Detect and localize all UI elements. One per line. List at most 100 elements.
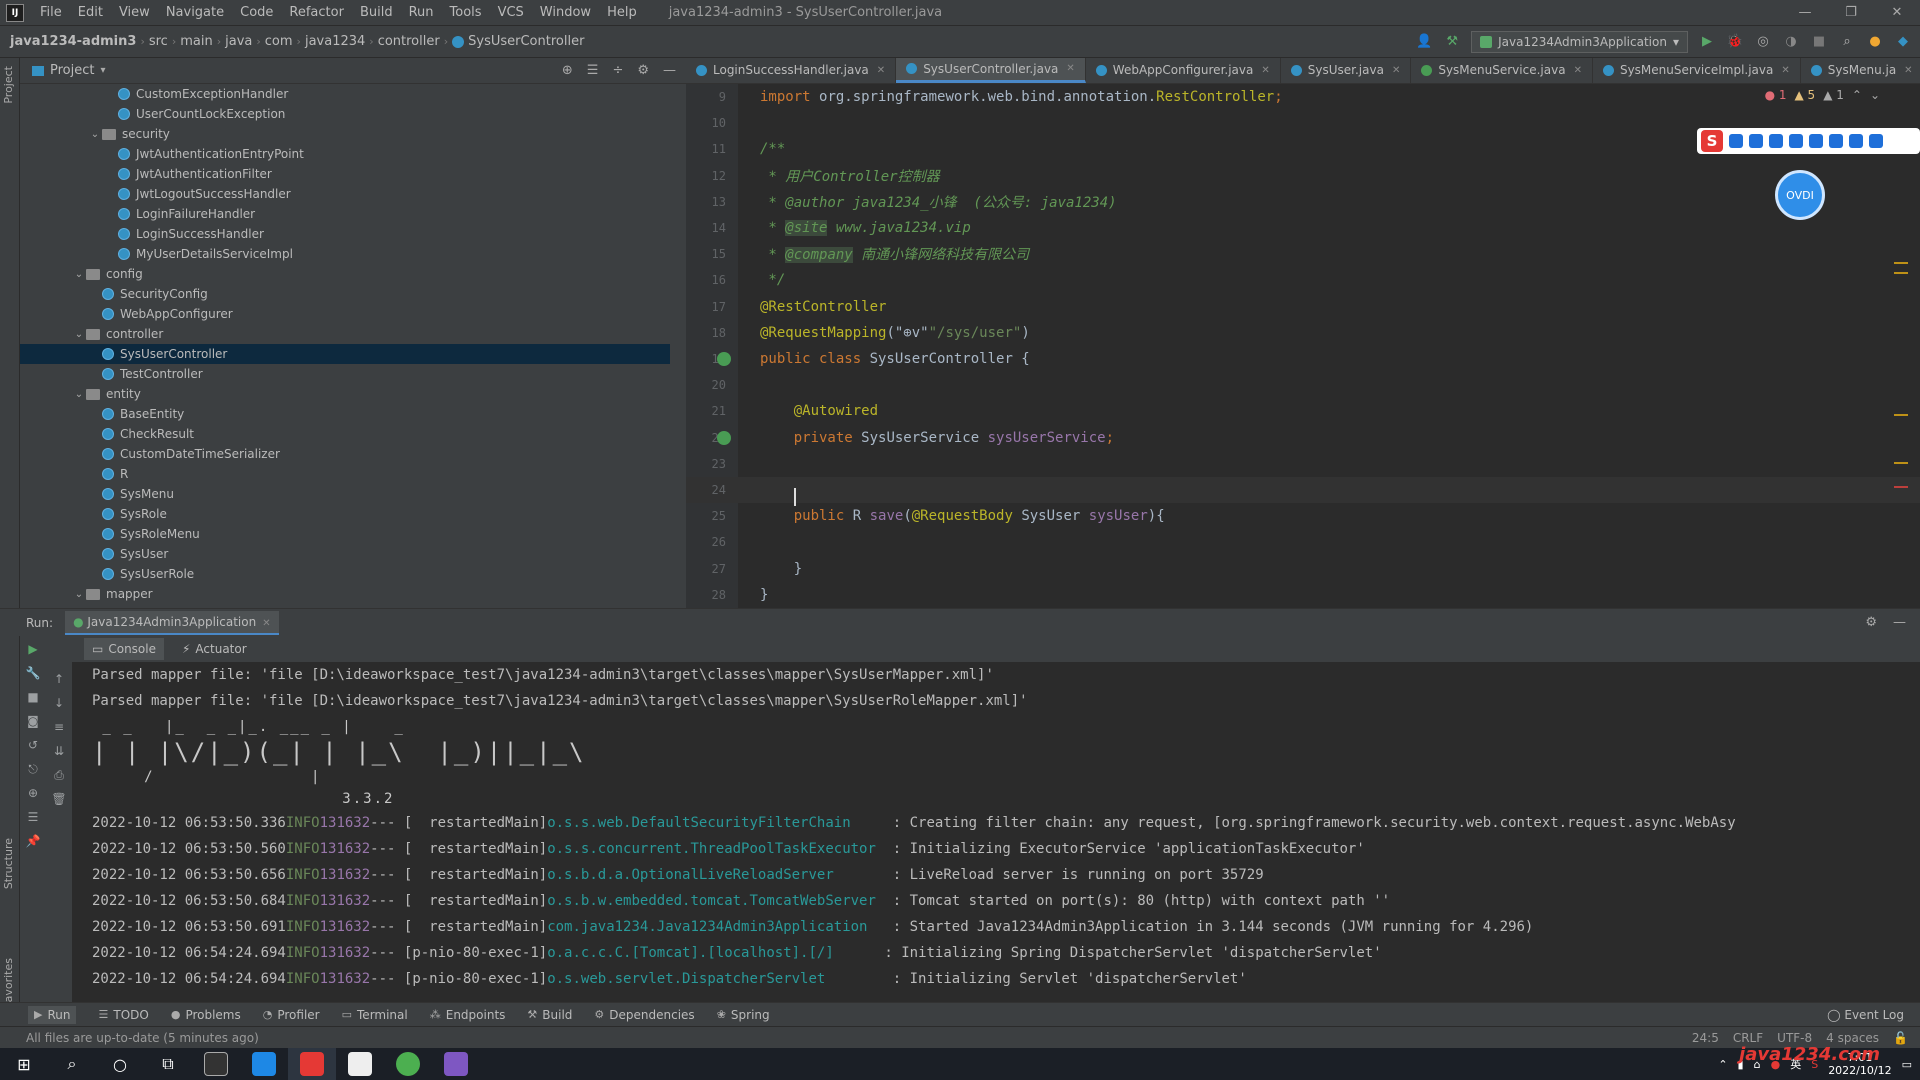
tool-window-profiler[interactable]: ◔ Profiler bbox=[263, 1006, 320, 1024]
warning-marker[interactable] bbox=[1894, 262, 1908, 264]
tree-class-item[interactable]: JwtAuthenticationFilter bbox=[20, 164, 670, 184]
locate-icon[interactable]: ⊕ bbox=[562, 63, 573, 78]
menu-vcs[interactable]: VCS bbox=[490, 5, 532, 20]
breadcrumb-item[interactable]: SysUserController bbox=[448, 34, 588, 49]
print-icon[interactable]: ⎙ bbox=[52, 768, 66, 782]
menu-window[interactable]: Window bbox=[532, 5, 599, 20]
console-output[interactable]: Parsed mapper file: 'file [D:\ideaworksp… bbox=[72, 662, 1920, 1002]
close-icon[interactable]: ✕ bbox=[877, 65, 885, 76]
wrench-icon[interactable]: 🔧 bbox=[26, 666, 41, 680]
breadcrumb-item[interactable]: java bbox=[221, 34, 256, 49]
console-tab[interactable]: ▭ Console bbox=[84, 638, 164, 660]
tree-folder[interactable]: ⌄ mapper bbox=[20, 584, 670, 604]
settings-icon[interactable]: ⚙ bbox=[1865, 615, 1877, 630]
chevron-down-icon[interactable]: ⌄ bbox=[72, 389, 86, 400]
editor-tab[interactable]: SysMenu.ja ✕ bbox=[1801, 58, 1920, 83]
taskbar-intellij[interactable] bbox=[288, 1048, 336, 1080]
profile-icon[interactable]: ◑ bbox=[1782, 33, 1800, 51]
tree-class-item[interactable]: CustomDateTimeSerializer bbox=[20, 444, 670, 464]
stop-icon[interactable]: ■ bbox=[26, 690, 40, 704]
plugin-icon[interactable]: ◆ bbox=[1894, 33, 1912, 51]
menu-run[interactable]: Run bbox=[401, 5, 442, 20]
task-view-icon[interactable]: ⧉ bbox=[144, 1048, 192, 1080]
close-icon[interactable]: ✕ bbox=[262, 618, 270, 629]
run-icon[interactable]: ▶ bbox=[1698, 33, 1716, 51]
hide-icon[interactable]: — bbox=[663, 63, 676, 78]
breadcrumb-item[interactable]: main bbox=[176, 34, 216, 49]
tree-class-item[interactable]: SysRoleMenu bbox=[20, 524, 670, 544]
coverage-icon[interactable]: ◎ bbox=[1754, 33, 1772, 51]
editor-tab[interactable]: SysUserController.java ✕ bbox=[896, 58, 1086, 83]
menu-code[interactable]: Code bbox=[232, 5, 281, 20]
tree-class-item[interactable]: SysRole bbox=[20, 504, 670, 524]
tree-class-item[interactable]: CheckResult bbox=[20, 424, 670, 444]
tool-window-endpoints[interactable]: ⁂ Endpoints bbox=[430, 1006, 506, 1024]
tool-window-problems[interactable]: ● Problems bbox=[171, 1006, 241, 1024]
chevron-down-icon[interactable]: ⌄ bbox=[72, 269, 86, 280]
editor-tab[interactable]: LoginSuccessHandler.java ✕ bbox=[686, 58, 897, 83]
menu-refactor[interactable]: Refactor bbox=[281, 5, 352, 20]
tree-class-item[interactable]: LoginFailureHandler bbox=[20, 204, 670, 224]
warning-marker[interactable] bbox=[1894, 462, 1908, 464]
breadcrumb-item[interactable]: java1234-admin3 bbox=[0, 34, 140, 49]
close-icon[interactable]: ✕ bbox=[1904, 65, 1912, 76]
floating-bubble[interactable]: OVDI bbox=[1775, 170, 1825, 220]
tree-class-item[interactable]: MyUserDetailsServiceImpl bbox=[20, 244, 670, 264]
expand-all-icon[interactable]: ☰ bbox=[587, 63, 599, 78]
user-icon[interactable] bbox=[1829, 134, 1843, 148]
hammer-icon[interactable]: ⚒ bbox=[1443, 33, 1461, 51]
breadcrumb-item[interactable]: com bbox=[261, 34, 297, 49]
tree-class-item[interactable]: JwtLogoutSuccessHandler bbox=[20, 184, 670, 204]
close-icon[interactable]: ✕ bbox=[1392, 65, 1400, 76]
update-icon[interactable]: ● bbox=[1866, 33, 1884, 51]
tree-folder[interactable]: ⌄ controller bbox=[20, 324, 670, 344]
rerun-icon[interactable]: ▶ bbox=[26, 642, 40, 656]
close-icon[interactable]: ✕ bbox=[1066, 63, 1074, 74]
windows-start-icon[interactable]: ⊞ bbox=[0, 1048, 48, 1080]
minimize-icon[interactable]: — bbox=[1782, 5, 1828, 20]
collapse-all-icon[interactable]: ÷ bbox=[612, 63, 623, 78]
hide-icon[interactable]: — bbox=[1893, 615, 1906, 630]
warning-marker[interactable] bbox=[1894, 414, 1908, 416]
taskbar-app-6[interactable] bbox=[432, 1048, 480, 1080]
keyboard-icon[interactable] bbox=[1809, 134, 1823, 148]
debug-icon[interactable]: 🐞 bbox=[1726, 33, 1744, 51]
close-icon[interactable]: ✕ bbox=[1781, 65, 1789, 76]
menu-navigate[interactable]: Navigate bbox=[158, 5, 232, 20]
search-icon[interactable]: ⌕ bbox=[1838, 33, 1856, 51]
exit-icon[interactable]: ⎋ bbox=[26, 762, 40, 776]
menu-help[interactable]: Help bbox=[599, 5, 645, 20]
indent-setting[interactable]: 4 spaces bbox=[1826, 1031, 1879, 1045]
menu-view[interactable]: View bbox=[111, 5, 158, 20]
chevron-up-icon[interactable]: ⌃ bbox=[1718, 1058, 1727, 1071]
skin-icon[interactable] bbox=[1849, 134, 1863, 148]
pin-tab-icon[interactable]: 📌 bbox=[26, 834, 41, 848]
event-log-button[interactable]: ◯ Event Log bbox=[1827, 1008, 1920, 1022]
tree-class-item[interactable]: WebAppConfigurer bbox=[20, 304, 670, 324]
tree-class-item[interactable]: TestController bbox=[20, 364, 670, 384]
file-encoding[interactable]: UTF-8 bbox=[1777, 1031, 1812, 1045]
taskbar-app-4[interactable] bbox=[336, 1048, 384, 1080]
structure-stripe-button[interactable]: Structure bbox=[2, 838, 15, 889]
arrow-down-icon[interactable]: ↓ bbox=[52, 696, 66, 710]
microphone-icon[interactable] bbox=[1789, 134, 1803, 148]
tree-folder[interactable]: ⌄ entity bbox=[20, 384, 670, 404]
editor-tab[interactable]: SysMenuServiceImpl.java ✕ bbox=[1593, 58, 1801, 83]
chevron-down-icon[interactable]: ⌄ bbox=[72, 329, 86, 340]
emoji-icon[interactable] bbox=[1769, 134, 1783, 148]
tool-window-todo[interactable]: ☰ TODO bbox=[98, 1006, 148, 1024]
code-editor[interactable]: 9 import org.springframework.web.bind.ann… bbox=[686, 84, 1920, 608]
tree-class-item[interactable]: JwtAuthenticationEntryPoint bbox=[20, 144, 670, 164]
chinese-mode-icon[interactable] bbox=[1729, 134, 1743, 148]
editor-tab[interactable]: SysMenuService.java ✕ bbox=[1411, 58, 1593, 83]
menu-tools[interactable]: Tools bbox=[442, 5, 490, 20]
breadcrumb-item[interactable]: java1234 bbox=[301, 34, 369, 49]
restore-icon[interactable]: ↺ bbox=[26, 738, 40, 752]
punctuation-icon[interactable] bbox=[1749, 134, 1763, 148]
taskbar-chrome[interactable] bbox=[384, 1048, 432, 1080]
chevron-down-icon[interactable]: ⌄ bbox=[72, 589, 86, 600]
chevron-down-icon[interactable]: ▾ bbox=[100, 65, 105, 76]
taskbar-app-1[interactable] bbox=[192, 1048, 240, 1080]
tool-window-dependencies[interactable]: ⚙ Dependencies bbox=[594, 1006, 694, 1024]
menu-build[interactable]: Build bbox=[352, 5, 401, 20]
